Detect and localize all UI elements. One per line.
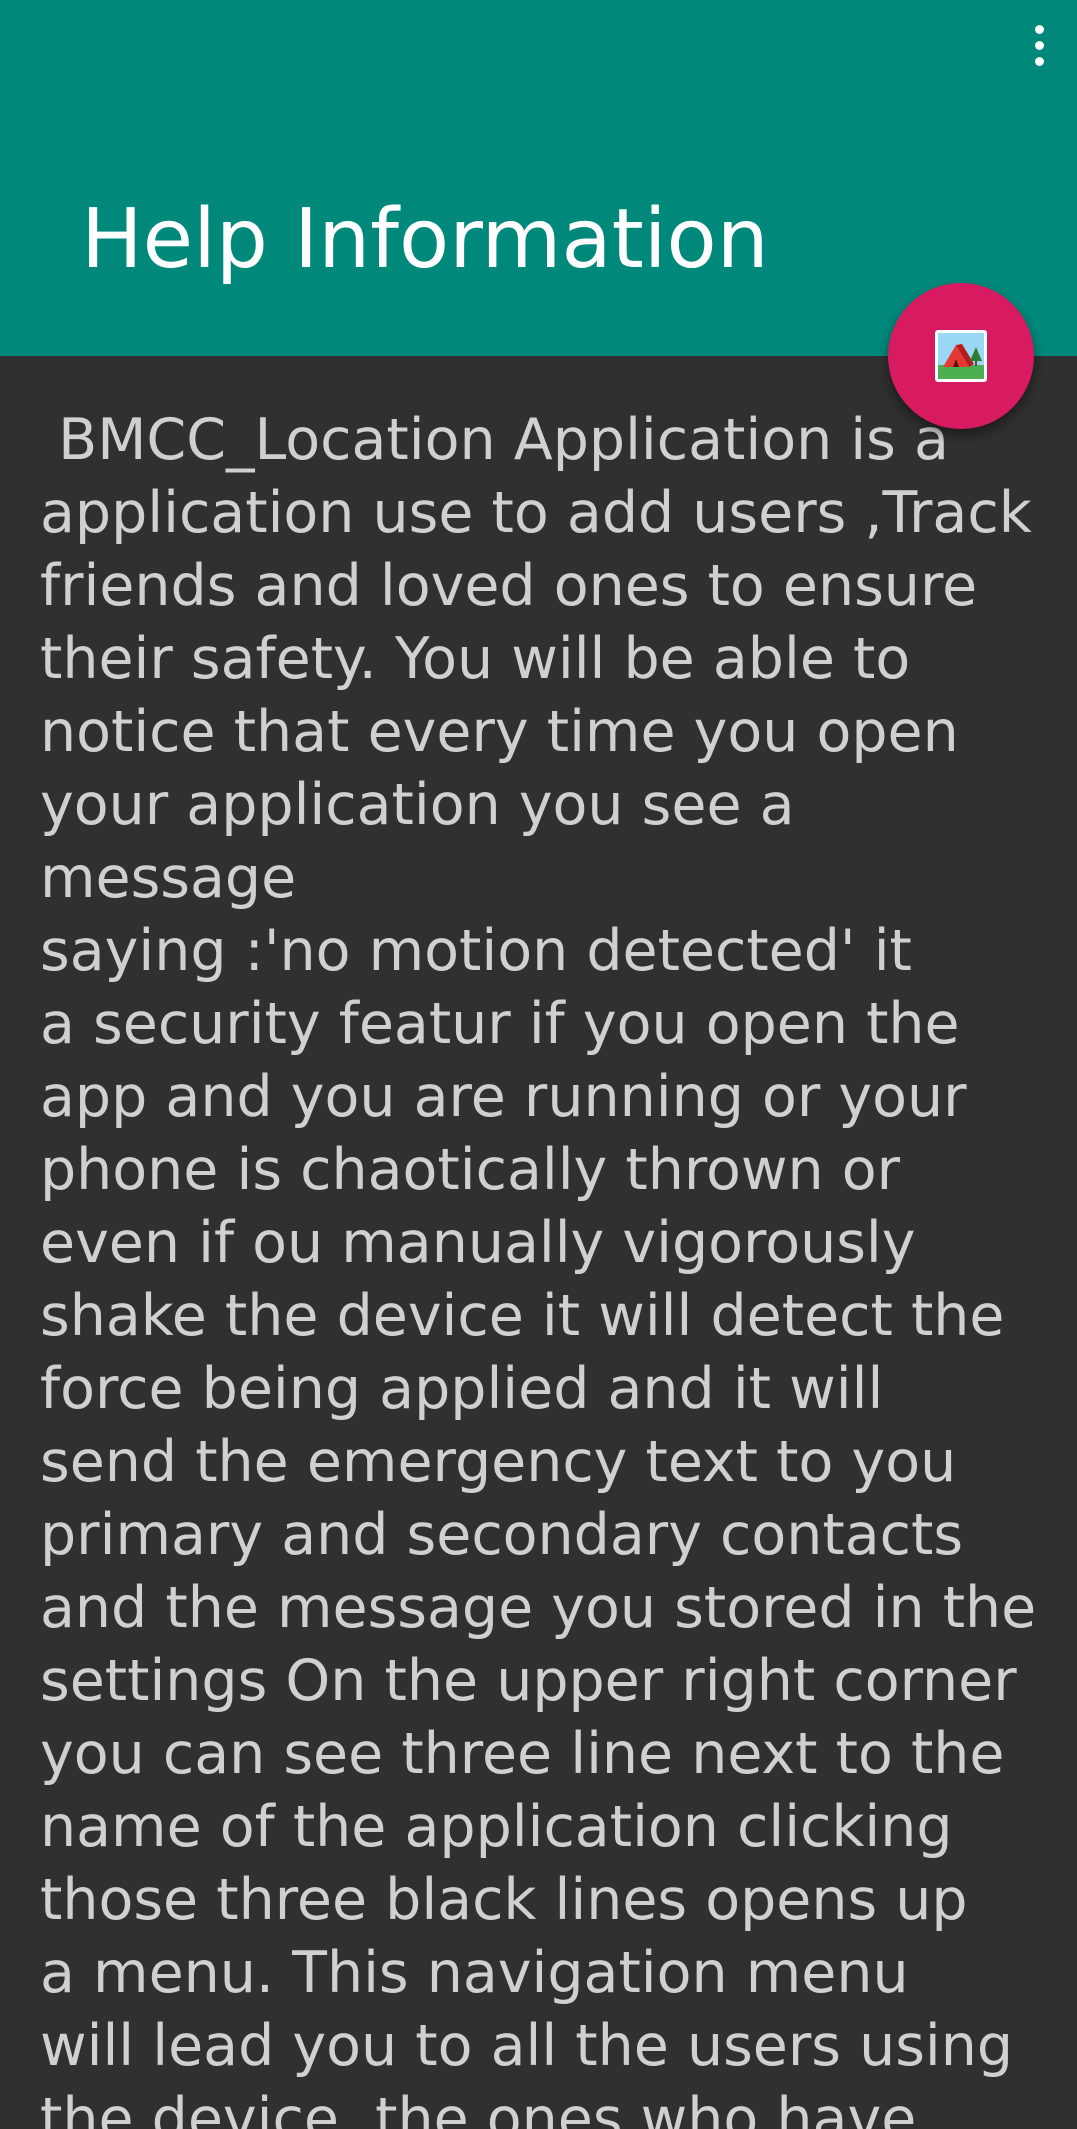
image-icon [935, 330, 987, 382]
overflow-dot [1034, 24, 1044, 34]
help-text-line: a menu. This navigation menu [40, 1940, 909, 2006]
help-text-line: application use to add users ,Track [40, 480, 1032, 546]
help-text-line: name of the application clicking [40, 1794, 953, 1860]
help-text-line: settings On the upper right corner [40, 1648, 1017, 1714]
page-title: Help Information [81, 192, 769, 287]
help-text-line: saying :'no motion detected' it [40, 918, 912, 984]
help-text-line: your application you see a message [40, 772, 813, 911]
help-text-line: their safety. You will be able to [40, 626, 911, 692]
help-text-line: shake the device it will detect the [40, 1283, 1005, 1349]
help-text-line: even if ou manually vigorously [40, 1210, 916, 1276]
help-text-line: primary and secondary contacts [40, 1502, 964, 1568]
overflow-dot [1034, 40, 1044, 50]
help-text-line: notice that every time you open [40, 699, 959, 765]
help-text: BMCC_Location Application is a applicatio… [40, 404, 1050, 2129]
help-text-line: force being applied and it will [40, 1356, 884, 1422]
help-text-line: phone is chaotically thrown or [40, 1137, 901, 1203]
help-content: BMCC_Location Application is a applicatio… [40, 404, 1050, 2129]
help-text-line: will lead you to all the users using [40, 2013, 1014, 2079]
floating-action-button[interactable] [888, 283, 1034, 429]
help-text-line: friends and loved ones to ensure [40, 553, 978, 619]
help-text-line: send the emergency text to you [40, 1429, 957, 1495]
overflow-dot [1034, 56, 1044, 66]
help-text-line: BMCC_Location Application is a [40, 407, 949, 473]
help-text-line: those three black lines opens up [40, 1867, 968, 1933]
help-text-line: a security featur if you open the [40, 991, 960, 1057]
help-text-line: the device ,the ones who have [40, 2086, 917, 2129]
help-text-line: and the message you stored in the [40, 1575, 1037, 1641]
more-options-icon[interactable] [1017, 10, 1061, 80]
help-text-line: app and you are running or your [40, 1064, 967, 1130]
help-text-line: you can see three line next to the [40, 1721, 1005, 1787]
